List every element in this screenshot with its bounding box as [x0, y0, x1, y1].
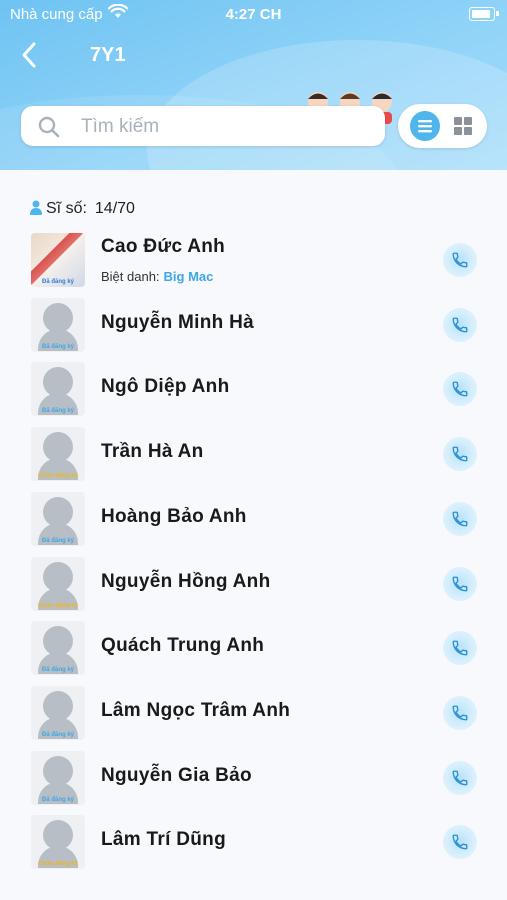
phone-icon	[452, 381, 468, 397]
registration-status: Đã đăng ký	[41, 538, 74, 544]
student-name: Quách Trung Anh	[101, 635, 265, 656]
student-name: Lâm Trí Dũng	[101, 829, 226, 850]
student-name: Hoàng Bảo Anh	[101, 506, 247, 527]
phone-icon	[452, 705, 468, 721]
avatar: Đã đăng ký	[31, 621, 85, 675]
avatar: Đã đăng ký	[31, 362, 85, 416]
avatar: Chưa đăng ký	[31, 427, 85, 481]
search-bar	[21, 106, 385, 146]
phone-icon	[452, 511, 468, 527]
list-item[interactable]: Đã đăng ký Hoàng Bảo Anh	[0, 492, 507, 552]
registration-status: Chưa đăng ký	[37, 473, 79, 479]
registration-status: Đã đăng ký	[41, 797, 74, 803]
battery-icon	[469, 7, 495, 21]
call-button[interactable]	[443, 567, 477, 601]
phone-icon	[452, 640, 468, 656]
class-size: Sĩ số: 14/70	[30, 200, 135, 220]
call-button[interactable]	[443, 631, 477, 665]
registration-status: Chưa đăng ký	[37, 861, 79, 867]
phone-icon	[452, 317, 468, 333]
battery-tip	[496, 11, 499, 16]
list-item[interactable]: Đã đăng ký Quách Trung Anh	[0, 621, 507, 681]
registration-status: Đã đăng ký	[41, 667, 74, 673]
phone-icon	[452, 446, 468, 462]
page-title: 7Y1	[90, 44, 126, 66]
avatar: Đã đăng ký	[31, 298, 85, 352]
call-button[interactable]	[443, 825, 477, 859]
list-item[interactable]: Đã đăng ký Ngô Diệp Anh	[0, 362, 507, 422]
grid-view-button[interactable]	[454, 117, 472, 140]
student-name: Nguyễn Gia Bảo	[101, 765, 252, 786]
list-item[interactable]: Chưa đăng ký Lâm Trí Dũng	[0, 815, 507, 875]
call-button[interactable]	[443, 308, 477, 342]
avatar: Đã đăng ký	[31, 233, 85, 287]
list-item[interactable]: Đã đăng ký Nguyễn Gia Bảo	[0, 751, 507, 811]
avatar: Chưa đăng ký	[31, 815, 85, 869]
nickname-label: Biệt danh:	[101, 269, 160, 284]
phone-icon	[452, 576, 468, 592]
student-name: Nguyễn Hồng Anh	[101, 571, 271, 592]
student-nickname: Biệt danh: Big Mac	[101, 269, 213, 284]
call-button[interactable]	[443, 243, 477, 277]
avatar: Chưa đăng ký	[31, 557, 85, 611]
chevron-left-icon	[22, 42, 36, 68]
list-icon	[418, 120, 432, 133]
search-input[interactable]	[79, 114, 373, 140]
call-button[interactable]	[443, 696, 477, 730]
student-name: Cao Đức Anh	[101, 236, 226, 257]
back-button[interactable]	[16, 40, 46, 70]
registration-status: Đã đăng ký	[41, 344, 74, 350]
nickname-value: Big Mac	[163, 269, 214, 284]
search-icon	[37, 115, 61, 144]
list-item[interactable]: Chưa đăng ký Nguyễn Hồng Anh	[0, 557, 507, 617]
phone-icon	[452, 834, 468, 850]
avatar: Đã đăng ký	[31, 751, 85, 805]
clock: 4:27 CH	[225, 6, 282, 23]
registration-status: Đã đăng ký	[41, 408, 74, 414]
list-item[interactable]: Đã đăng ký Nguyễn Minh Hà	[0, 298, 507, 358]
avatar: Đã đăng ký	[31, 686, 85, 740]
call-button[interactable]	[443, 502, 477, 536]
grid-icon	[454, 117, 472, 135]
person-icon	[30, 200, 42, 220]
class-size-label: Sĩ số:	[46, 200, 87, 217]
registration-status: Đã đăng ký	[41, 279, 74, 285]
class-size-value: 14/70	[94, 200, 135, 217]
list-item[interactable]: Đã đăng ký Cao Đức Anh Biệt danh: Big Mac	[0, 233, 507, 293]
registration-status: Chưa đăng ký	[37, 603, 79, 609]
view-toggle	[398, 104, 487, 148]
call-button[interactable]	[443, 761, 477, 795]
student-name: Lâm Ngọc Trâm Anh	[101, 700, 291, 721]
phone-icon	[452, 770, 468, 786]
registration-status: Đã đăng ký	[41, 732, 74, 738]
list-item[interactable]: Chưa đăng ký Trần Hà An	[0, 427, 507, 487]
call-button[interactable]	[443, 372, 477, 406]
avatar: Đã đăng ký	[31, 492, 85, 546]
student-name: Trần Hà An	[101, 441, 204, 462]
status-bar: Nhà cung cấp 4:27 CH	[0, 0, 507, 30]
list-view-button[interactable]	[410, 111, 440, 141]
phone-icon	[452, 252, 468, 268]
call-button[interactable]	[443, 437, 477, 471]
student-name: Ngô Diệp Anh	[101, 376, 230, 397]
header: Nhà cung cấp 4:27 CH 7Y1	[0, 0, 507, 170]
list-item[interactable]: Đã đăng ký Lâm Ngọc Trâm Anh	[0, 686, 507, 746]
student-name: Nguyễn Minh Hà	[101, 312, 255, 333]
